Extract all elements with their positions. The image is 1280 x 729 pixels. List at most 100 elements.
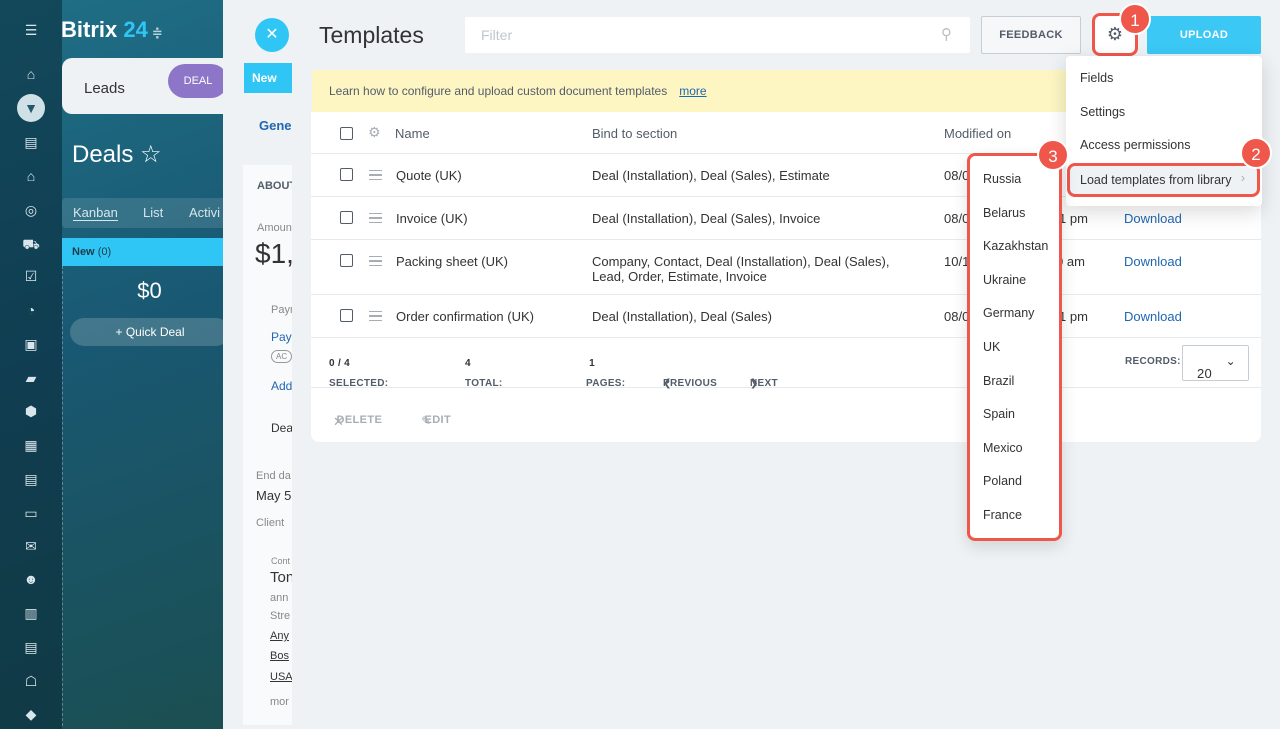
deals-title: Deals ☆ bbox=[72, 141, 162, 168]
drag-handle-icon[interactable] bbox=[369, 311, 382, 321]
records-select[interactable]: 20 ⌄ bbox=[1182, 345, 1249, 381]
calendar-list-icon[interactable]: ▤ bbox=[22, 134, 40, 150]
calendar-icon[interactable]: ▦ bbox=[22, 437, 40, 453]
column-sum: $0 bbox=[137, 278, 162, 303]
contact-name[interactable]: Ton bbox=[270, 569, 292, 586]
column-bind[interactable]: Bind to section bbox=[592, 126, 677, 141]
deal-detail-panel: New Gene ABOUT Amoun $1, Paym Pay AC Add… bbox=[223, 0, 292, 729]
pie-chart-icon[interactable]: ◔ bbox=[22, 302, 40, 318]
table-footer: SELECTED: 0 / 4 TOTAL: 4 PAGES: 1 ❮ PREV… bbox=[311, 338, 1261, 389]
feedback-button[interactable]: FEEDBACK bbox=[981, 16, 1081, 54]
column-name[interactable]: Name bbox=[395, 126, 430, 141]
download-link[interactable]: Download bbox=[1124, 254, 1182, 269]
deal-badge[interactable]: DEAL bbox=[168, 64, 228, 98]
tab-general[interactable]: Gene bbox=[259, 118, 292, 133]
submenu-item-country[interactable]: Mexico bbox=[983, 441, 1023, 455]
step-badge-2: 2 bbox=[1240, 137, 1272, 169]
row-checkbox[interactable] bbox=[340, 254, 353, 267]
download-link[interactable]: Download bbox=[1124, 211, 1182, 226]
submenu-item-country[interactable]: Ukraine bbox=[983, 273, 1026, 287]
row-name: Invoice (UK) bbox=[396, 211, 468, 226]
home-icon[interactable]: ⌂ bbox=[22, 66, 40, 82]
bar-chart-icon[interactable]: ▥ bbox=[22, 605, 40, 621]
column-settings-icon[interactable]: ⚙ bbox=[368, 124, 381, 141]
add-link[interactable]: Add bbox=[271, 379, 292, 393]
submenu-item-country[interactable]: UK bbox=[983, 340, 1000, 354]
row-checkbox[interactable] bbox=[340, 168, 353, 181]
tab-kanban[interactable]: Kanban bbox=[73, 205, 118, 221]
menu-item-settings[interactable]: Settings bbox=[1080, 105, 1125, 119]
amount-label: Amoun bbox=[257, 222, 292, 234]
drag-handle-icon[interactable] bbox=[369, 213, 382, 223]
payment-status: AC bbox=[271, 350, 292, 363]
submenu-item-country[interactable]: Spain bbox=[983, 407, 1015, 421]
row-modified: 08/0 bbox=[944, 168, 970, 183]
tab-list[interactable]: List bbox=[143, 205, 163, 220]
filter-input[interactable]: Filter ⚲ bbox=[465, 17, 970, 53]
contact-card-icon[interactable]: ▤ bbox=[22, 639, 40, 655]
deal-label: Dea bbox=[271, 421, 292, 435]
target-icon[interactable]: ◎ bbox=[22, 202, 40, 218]
chat-icon[interactable]: ▰ bbox=[22, 370, 40, 386]
more-link[interactable]: mor bbox=[270, 696, 289, 708]
table-row[interactable]: Order confirmation (UK) Deal (Installati… bbox=[311, 295, 1261, 338]
notice-text: Learn how to configure and upload custom… bbox=[329, 84, 668, 98]
submenu-item-country[interactable]: Belarus bbox=[983, 206, 1025, 220]
checkbox-icon[interactable]: ☑ bbox=[22, 268, 40, 284]
menu-item-access-permissions[interactable]: Access permissions bbox=[1080, 138, 1190, 152]
address-line1: Any bbox=[270, 630, 289, 642]
download-link[interactable]: Download bbox=[1124, 309, 1182, 324]
hamburger-icon[interactable]: ☰ bbox=[22, 22, 40, 38]
client-label: Client bbox=[256, 517, 285, 529]
mail-icon[interactable]: ✉ bbox=[22, 538, 40, 554]
row-checkbox[interactable] bbox=[340, 309, 353, 322]
filter-placeholder: Filter bbox=[481, 27, 513, 43]
upload-button[interactable]: UPLOAD bbox=[1147, 16, 1261, 54]
document-icon[interactable]: ▣ bbox=[22, 336, 40, 352]
drag-handle-icon[interactable] bbox=[369, 170, 382, 180]
end-date-value: May 5 bbox=[256, 488, 292, 503]
hexagon-icon[interactable]: ⬢ bbox=[22, 403, 40, 419]
menu-item-load-templates[interactable]: Load templates from library › bbox=[1067, 163, 1260, 197]
chevron-down-icon: ⌄ bbox=[1225, 354, 1236, 368]
crm-filter-icon[interactable]: ▼ bbox=[17, 94, 45, 122]
submenu-item-country[interactable]: Kazakhstan bbox=[983, 239, 1048, 253]
cart-icon[interactable]: ⛟ bbox=[22, 236, 40, 252]
column-modified[interactable]: Modified on bbox=[944, 126, 1011, 141]
close-slider-button[interactable]: ✕ bbox=[255, 18, 289, 52]
row-name: Order confirmation (UK) bbox=[396, 309, 534, 324]
payment-label: Paym bbox=[271, 304, 292, 316]
contact-email: ann bbox=[270, 592, 289, 604]
leads-tab[interactable]: Leads DEAL bbox=[62, 58, 237, 114]
box-icon[interactable]: ◆ bbox=[22, 706, 40, 722]
submenu-item-country[interactable]: Brazil bbox=[983, 374, 1014, 388]
file-icon[interactable]: ▤ bbox=[22, 471, 40, 487]
submenu-item-country[interactable]: Russia bbox=[983, 172, 1021, 186]
submenu-item-country[interactable]: France bbox=[983, 508, 1022, 522]
search-icon[interactable]: ⚲ bbox=[941, 25, 952, 43]
close-icon: ✕ bbox=[265, 26, 279, 43]
payment-link[interactable]: Pay bbox=[271, 330, 292, 344]
quick-deal-button[interactable]: + Quick Deal bbox=[70, 318, 230, 346]
table-row[interactable]: Packing sheet (UK) Company, Contact, Dea… bbox=[311, 240, 1261, 295]
delete-button[interactable]: ✕ DELETE bbox=[333, 408, 382, 429]
drive-icon[interactable]: ▭ bbox=[22, 505, 40, 521]
row-checkbox[interactable] bbox=[340, 211, 353, 224]
robot-icon[interactable]: ☖ bbox=[22, 673, 40, 689]
notice-more-link[interactable]: more bbox=[679, 84, 706, 98]
stage-new[interactable]: New bbox=[244, 63, 292, 93]
row-bind: Deal (Installation), Deal (Sales), Invoi… bbox=[592, 211, 821, 226]
bank-icon[interactable]: ⌂ bbox=[22, 168, 40, 184]
menu-item-fields[interactable]: Fields bbox=[1080, 71, 1113, 85]
logo-settings-icon: ≑ bbox=[151, 25, 163, 40]
submenu-item-country[interactable]: Germany bbox=[983, 306, 1034, 320]
drag-handle-icon[interactable] bbox=[369, 256, 382, 266]
submenu-item-country[interactable]: Poland bbox=[983, 474, 1022, 488]
row-modified: 10/1 bbox=[944, 254, 970, 269]
page-title: Templates bbox=[319, 22, 424, 48]
users-icon[interactable]: ☻ bbox=[22, 571, 40, 587]
edit-button[interactable]: ✎ EDIT bbox=[421, 408, 451, 428]
select-all-checkbox[interactable] bbox=[340, 127, 353, 140]
row-name: Quote (UK) bbox=[396, 168, 462, 183]
tab-activities[interactable]: Activi bbox=[189, 205, 220, 220]
